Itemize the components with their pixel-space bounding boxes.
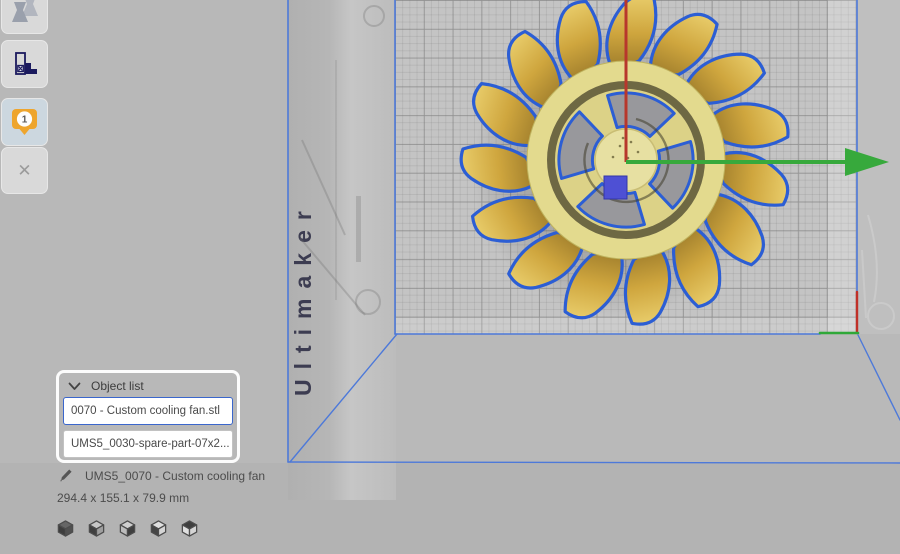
object-list-item-selected[interactable]: 0070 - Custom cooling fan.stl (63, 397, 233, 425)
view-front-button[interactable] (87, 518, 106, 539)
printer-brand-label: Ultimaker (290, 0, 320, 396)
chevron-down-icon (68, 382, 81, 391)
mirror-icon (10, 0, 40, 26)
camera-view-buttons (56, 518, 199, 539)
cube-3d-icon (56, 518, 75, 539)
close-icon: ✕ (17, 162, 31, 179)
view-left-button[interactable] (149, 518, 168, 539)
rename-button[interactable] (59, 468, 73, 487)
cube-front-icon (87, 518, 106, 539)
object-list-title: Object list (91, 379, 144, 393)
close-tool-button[interactable]: ✕ (1, 147, 48, 194)
model-list-pin-button[interactable]: 1 (1, 98, 48, 146)
selected-model-name: UMS5_0070 - Custom cooling fan (85, 469, 265, 483)
cura-window: Ultimaker (0, 0, 900, 554)
support-blocker-tool-button[interactable] (1, 40, 48, 88)
cube-top-icon (180, 518, 199, 539)
support-blocker-icon (12, 51, 38, 77)
cube-right-icon (118, 518, 137, 539)
object-list-item[interactable]: UMS5_0030-spare-part-07x2... (63, 430, 233, 458)
mirror-tool-button[interactable] (1, 0, 48, 34)
pin-badge-count: 1 (22, 115, 28, 126)
pin-badge-icon: 1 (11, 108, 38, 136)
buildplate-margin-right (828, 0, 857, 334)
selected-model-dimensions: 294.4 x 155.1 x 79.9 mm (57, 491, 189, 505)
pencil-icon (59, 468, 73, 482)
buildplate-grid[interactable] (395, 0, 857, 334)
cube-left-icon (149, 518, 168, 539)
buildplate-margin-bottom (395, 318, 857, 334)
view-3d-button[interactable] (56, 518, 75, 539)
view-top-button[interactable] (118, 518, 137, 539)
view-right-button[interactable] (180, 518, 199, 539)
object-list-header[interactable]: Object list (68, 379, 144, 393)
